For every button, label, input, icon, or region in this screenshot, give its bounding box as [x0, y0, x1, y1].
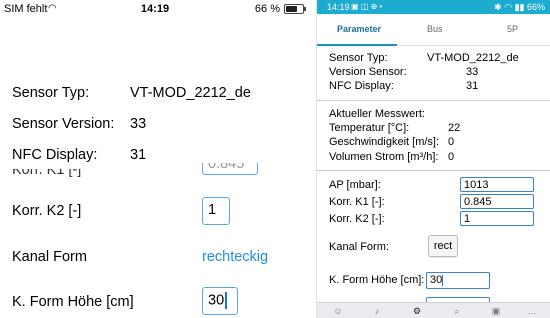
text-cursor	[225, 292, 227, 309]
temperatur-value: 22	[448, 122, 461, 134]
version-sensor-label: Version Sensor:	[329, 66, 407, 78]
korr-k2-label: Korr. K2 [-]	[12, 203, 82, 219]
android-screen: 14:19 ▣ ◫ ⊕ • ✱ ◠ ▮▮ 66% Parameter Bus 5…	[316, 0, 550, 318]
divider	[317, 170, 550, 171]
status-time: 14:19	[327, 2, 350, 12]
kanal-form-button[interactable]: rect	[428, 235, 458, 257]
tab-bar: Parameter Bus 5P	[317, 14, 550, 46]
tab-parameter[interactable]: Parameter	[337, 24, 381, 34]
ios-status-bar: SIM fehlt ◠ 14:19 66 %	[0, 0, 310, 18]
korr-k1-field[interactable]: 0.845	[460, 194, 534, 209]
nfc-row: NFC Display: 31	[0, 143, 310, 163]
nfc-display-label: NFC Display:	[12, 147, 98, 163]
geschwindigkeit-label: Geschwindigkeit [m/s]:	[329, 136, 440, 148]
nfc-display-value: 31	[466, 80, 479, 92]
battery-percent: 66 %	[254, 3, 280, 15]
smiley-icon[interactable]: ☺	[331, 306, 345, 318]
tab-bus[interactable]: Bus	[427, 24, 443, 34]
kanal-form-selector[interactable]: rechteckig	[202, 249, 268, 265]
sensor-version-value: 33	[130, 116, 147, 132]
microphone-icon[interactable]: ♪	[370, 306, 384, 318]
more-icon[interactable]: …	[525, 306, 539, 318]
sensor-typ-value: VT-MOD_2212_de	[130, 85, 251, 101]
sensor-typ-label: Sensor Typ:	[329, 52, 388, 64]
ap-label: AP [mbar]:	[329, 179, 381, 191]
sensor-typ-value: VT-MOD_2212_de	[427, 52, 519, 64]
text-cursor	[442, 274, 444, 286]
active-tab-indicator	[317, 44, 397, 46]
volumen-value: 0	[448, 151, 455, 163]
korr-k1-label: Korr. K1 [-]:	[329, 196, 385, 208]
korr-k2-label: Korr. K2 [-]:	[329, 213, 385, 225]
k-form-hoehe-label: K. Form Höhe [cm]:	[329, 274, 425, 286]
korr-k1-label: Korr. K1 [-]	[12, 162, 82, 178]
divider	[317, 100, 550, 101]
notification-icons: ▣ ◫ ⊕ •	[351, 2, 383, 11]
korr-k2-field[interactable]: 1	[460, 211, 534, 226]
k-form-hoehe-field[interactable]: 30	[426, 272, 490, 289]
sticker-icon[interactable]: ▣	[489, 306, 503, 318]
sensor-version-label: Sensor Version:	[12, 116, 115, 132]
tab-5p[interactable]: 5P	[507, 24, 518, 34]
keyboard-toolbar: ☺ ♪ ⚙ ⌕ ▣ …	[317, 302, 550, 318]
ap-field[interactable]: 1013	[460, 177, 534, 192]
version-sensor-value: 33	[466, 66, 479, 78]
sensor-typ-label: Sensor Typ:	[12, 85, 90, 101]
kanal-form-label: Kanal Form:	[329, 241, 389, 253]
nfc-display-value: 31	[130, 147, 147, 163]
geschwindigkeit-value: 0	[448, 136, 455, 148]
battery-icon	[284, 4, 306, 14]
nfc-display-label: NFC Display:	[329, 80, 394, 92]
battery-percent: 66%	[526, 2, 545, 12]
gear-icon[interactable]: ⚙	[410, 306, 424, 318]
temperatur-label: Temperatur [°C]:	[329, 122, 410, 134]
status-right: ✱ ◠ ▮▮ 66%	[494, 2, 545, 12]
measurement-title: Aktueller Messwert:	[329, 108, 425, 120]
ios-screen: SIM fehlt ◠ 14:19 66 % 0.845 Korr. K1 [-…	[0, 0, 310, 318]
kanal-form-label: Kanal Form	[12, 249, 87, 265]
android-status-bar: 14:19 ▣ ◫ ⊕ • ✱ ◠ ▮▮ 66%	[317, 0, 550, 14]
k-form-hoehe-field[interactable]: 30	[202, 287, 238, 315]
volumen-label: Volumen Strom [m³/h]:	[329, 151, 439, 163]
korr-k2-field[interactable]: 1	[202, 197, 230, 225]
search-icon[interactable]: ⌕	[450, 306, 464, 318]
k-form-hoehe-label: K. Form Höhe [cm]	[12, 294, 134, 310]
